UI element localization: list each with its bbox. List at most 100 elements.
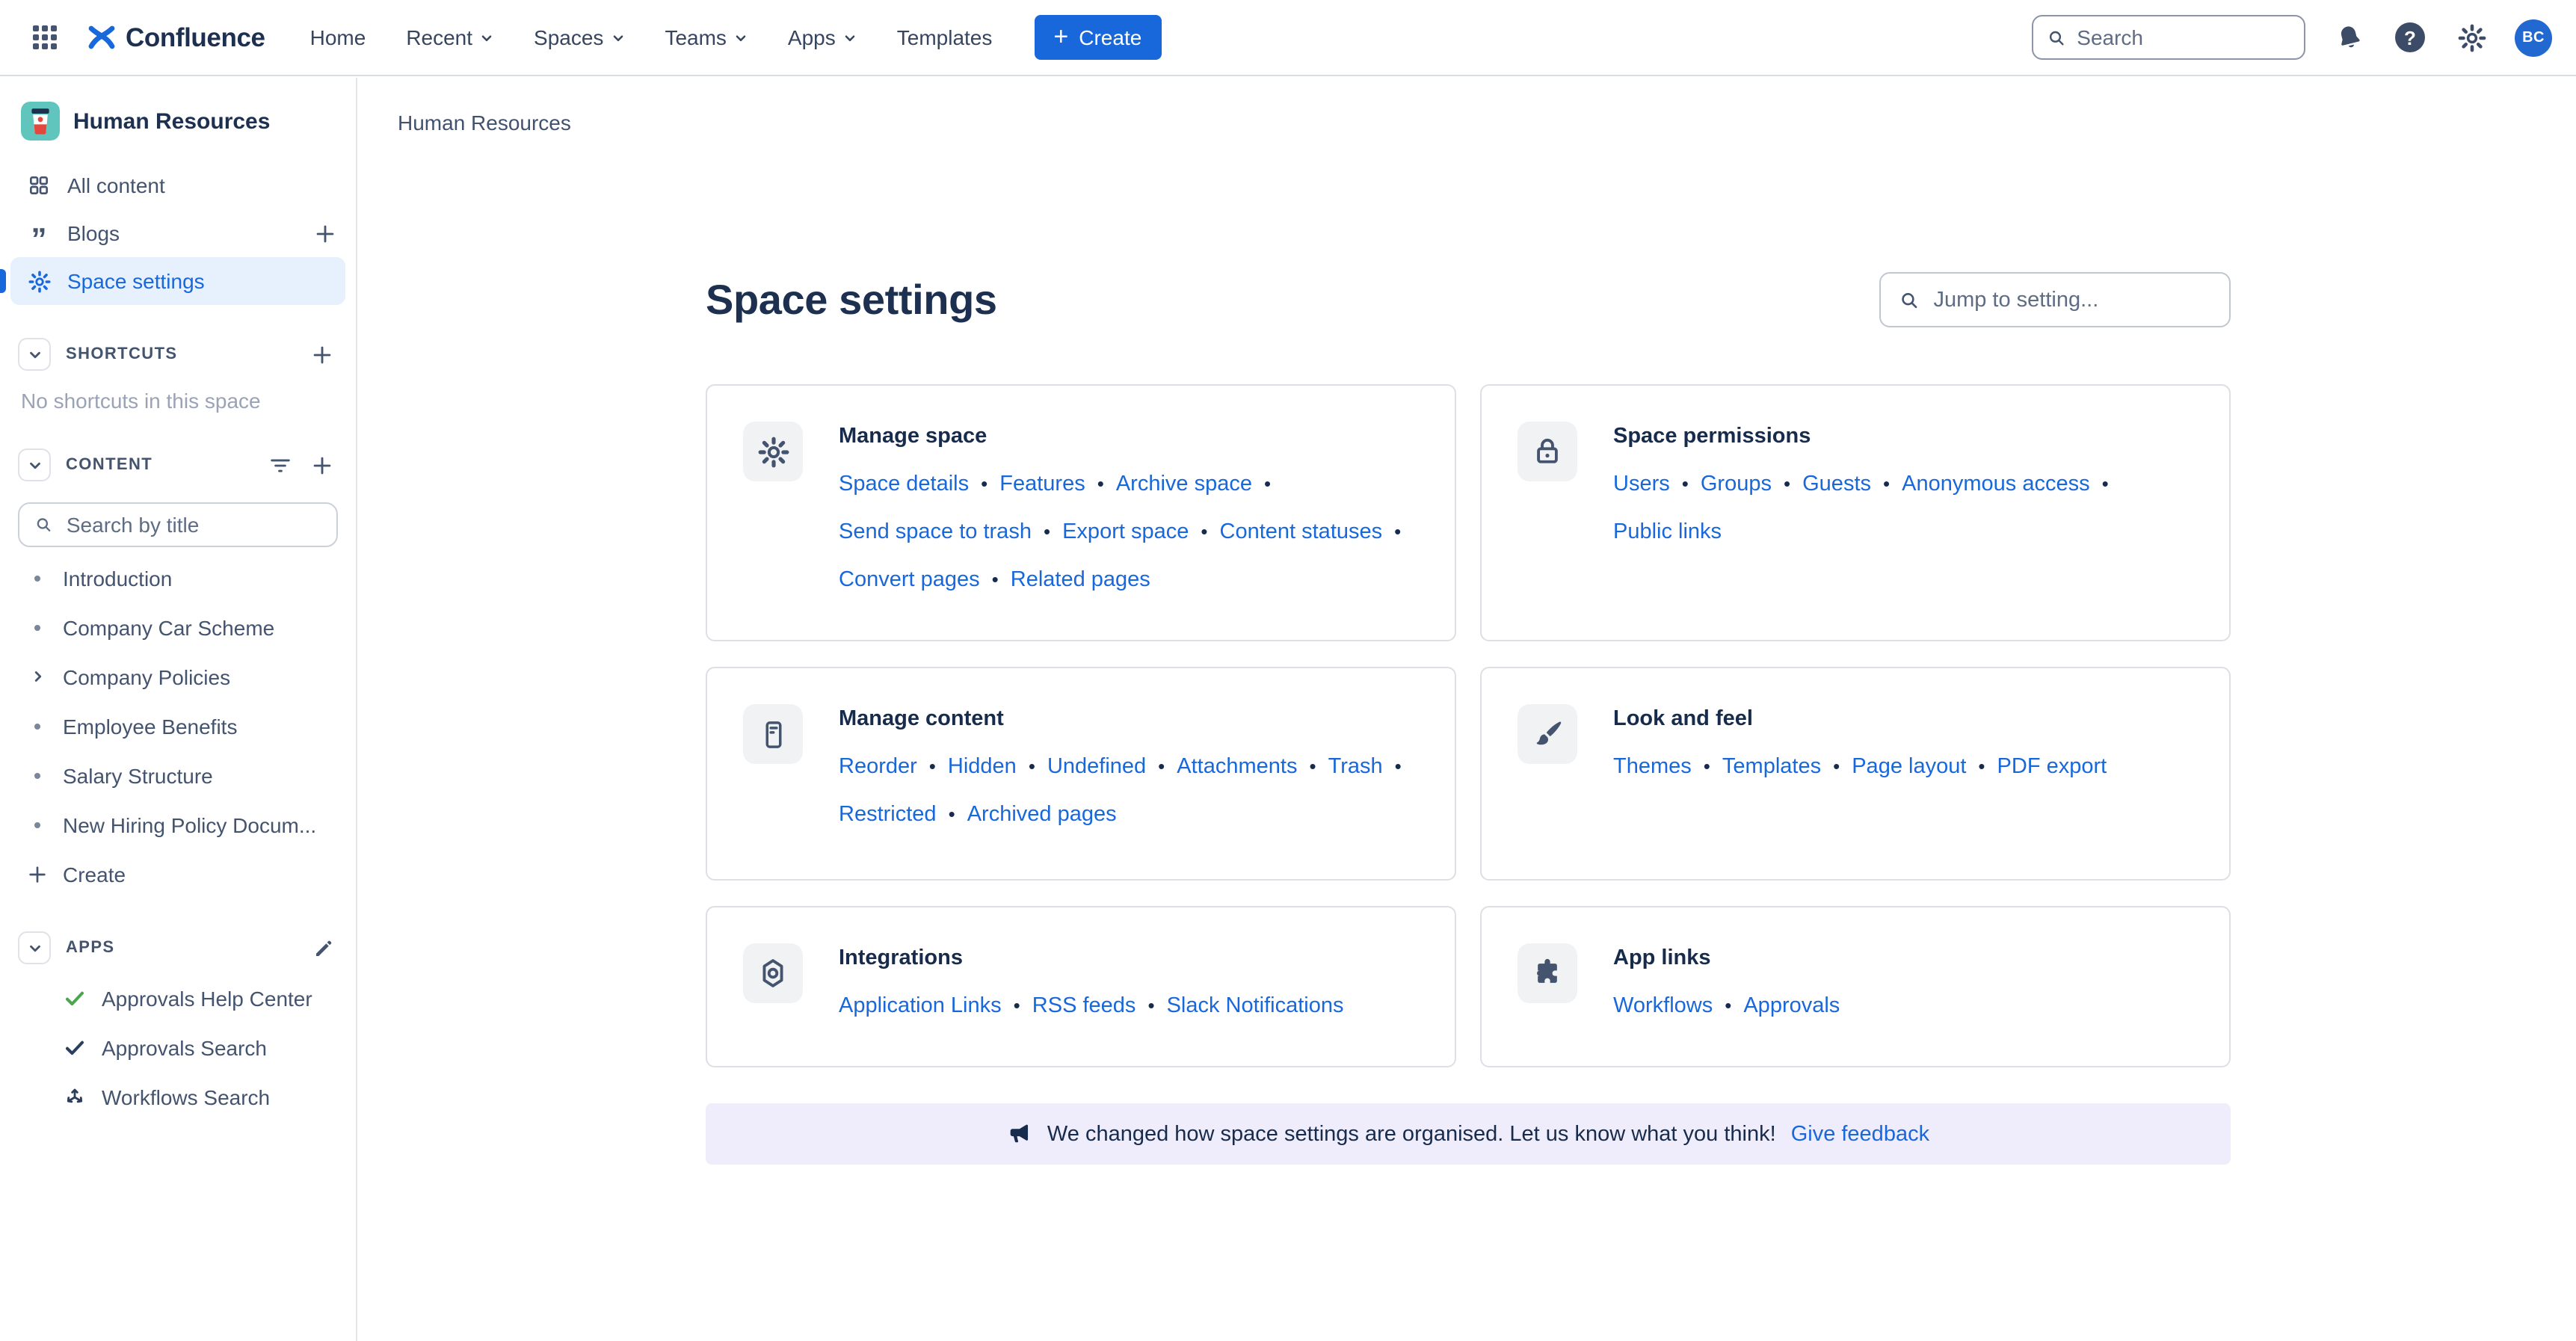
product-name: Confluence (126, 22, 265, 53)
settings-card: Manage contentReorder•Hidden•Undefined•A… (706, 667, 1456, 881)
give-feedback-link[interactable]: Give feedback (1791, 1122, 1929, 1146)
main-menu: Home Recent Spaces Teams Apps Templates (310, 25, 993, 49)
no-shortcuts-text: No shortcuts in this space (0, 380, 356, 416)
space-header[interactable]: Human Resources (0, 93, 356, 161)
settings-link[interactable]: Restricted (839, 803, 937, 827)
create-button[interactable]: + Create (1034, 15, 1161, 60)
app-switcher-icon[interactable] (24, 16, 66, 58)
settings-link[interactable]: Send space to trash (839, 520, 1032, 544)
shortcuts-section-header: SHORTCUTS (0, 329, 356, 380)
settings-link[interactable]: PDF export (1997, 755, 2107, 779)
app-item[interactable]: Approvals Help Center (0, 973, 356, 1023)
settings-link[interactable]: Slack Notifications (1167, 994, 1344, 1018)
settings-link[interactable]: Reorder (839, 755, 917, 779)
page-tree-item[interactable]: Introduction (0, 553, 356, 602)
plus-icon (24, 862, 51, 886)
app-item[interactable]: Approvals Search (0, 1023, 356, 1072)
settings-link[interactable]: Templates (1722, 755, 1821, 779)
settings-link[interactable]: Users (1613, 472, 1670, 496)
add-blog-icon[interactable] (312, 221, 338, 246)
nav-item-apps[interactable]: Apps (788, 25, 857, 49)
settings-link[interactable]: Hidden (948, 755, 1017, 779)
settings-link[interactable]: Groups (1701, 472, 1772, 496)
create-page-item[interactable]: Create (0, 849, 356, 898)
collapse-apps-icon[interactable] (18, 931, 51, 964)
chevron-down-icon (734, 31, 748, 44)
card-title: Look and feel (1613, 704, 2107, 734)
edit-apps-pencil-icon[interactable] (312, 937, 335, 959)
settings-link[interactable]: Attachments (1177, 755, 1297, 779)
page-tree-item[interactable]: Company Policies (0, 652, 356, 701)
settings-link[interactable]: Themes (1613, 755, 1692, 779)
settings-card: IntegrationsApplication Links•RSS feeds•… (706, 906, 1456, 1067)
content-title: CONTENT (66, 456, 152, 474)
create-button-label: Create (1079, 25, 1141, 49)
settings-link[interactable]: Page layout (1852, 755, 1966, 779)
add-shortcut-icon[interactable] (309, 342, 335, 367)
dot-separator: • (2102, 472, 2109, 495)
notifications-bell-icon[interactable] (2331, 19, 2367, 55)
search-input[interactable] (2077, 25, 2290, 49)
bullet-icon (24, 723, 51, 729)
settings-link[interactable]: Workflows (1613, 994, 1713, 1018)
settings-link[interactable]: Convert pages (839, 568, 980, 592)
nav-item-teams[interactable]: Teams (665, 25, 747, 49)
page-tree-item[interactable]: Company Car Scheme (0, 602, 356, 652)
confluence-logo[interactable]: Confluence (87, 22, 265, 53)
sidebar-item-space-settings[interactable]: Space settings (10, 257, 345, 305)
sidebar-item-all-content[interactable]: All content (0, 161, 356, 209)
chevron-right-icon[interactable] (24, 668, 51, 685)
dot-separator: • (992, 568, 999, 591)
add-content-icon[interactable] (309, 452, 335, 478)
grid-icon (33, 25, 57, 49)
filter-icon[interactable] (268, 452, 293, 478)
page-tree-search[interactable] (18, 502, 338, 547)
settings-link[interactable]: Related pages (1011, 568, 1150, 592)
page-tree-item[interactable]: Salary Structure (0, 750, 356, 800)
search-by-title-input[interactable] (67, 513, 321, 537)
user-avatar[interactable]: BC (2515, 19, 2552, 56)
plus-icon: + (1053, 24, 1068, 49)
gear-icon (743, 422, 803, 481)
bullet-icon (24, 575, 51, 581)
settings-link[interactable]: Public links (1613, 520, 1722, 544)
megaphone-icon (1007, 1121, 1032, 1147)
apps-title: APPS (66, 939, 115, 957)
breadcrumb[interactable]: Human Resources (398, 111, 571, 135)
collapse-content-icon[interactable] (18, 448, 51, 481)
global-search[interactable] (2032, 15, 2305, 60)
app-item[interactable]: Workflows Search (0, 1072, 356, 1121)
sidebar-item-blogs[interactable]: ” Blogs (0, 209, 356, 257)
settings-link[interactable]: Space details (839, 472, 969, 496)
nav-item-recent[interactable]: Recent (406, 25, 493, 49)
nav-item-spaces[interactable]: Spaces (534, 25, 624, 49)
settings-link[interactable]: Content statuses (1220, 520, 1383, 544)
dot-separator: • (1394, 520, 1401, 543)
settings-gear-icon[interactable] (2453, 19, 2489, 55)
nav-item-templates[interactable]: Templates (897, 25, 993, 49)
page-tree-item[interactable]: Employee Benefits (0, 701, 356, 750)
settings-link[interactable]: Anonymous access (1902, 472, 2089, 496)
settings-link[interactable]: Undefined (1047, 755, 1146, 779)
settings-link[interactable]: Archive space (1116, 472, 1252, 496)
settings-link[interactable]: Export space (1062, 520, 1189, 544)
dot-separator: • (1029, 755, 1035, 777)
help-icon[interactable]: ? (2392, 19, 2428, 55)
jump-to-setting-search[interactable] (1879, 272, 2231, 327)
settings-link[interactable]: Approvals (1743, 994, 1840, 1018)
settings-link[interactable]: Features (999, 472, 1085, 496)
space-avatar (21, 102, 60, 141)
settings-link[interactable]: Trash (1328, 755, 1383, 779)
page-tree-item[interactable]: New Hiring Policy Docum... (0, 800, 356, 849)
settings-link[interactable]: RSS feeds (1032, 994, 1136, 1018)
collapse-shortcuts-icon[interactable] (18, 338, 51, 371)
apps-section-header: APPS (0, 922, 356, 973)
dot-separator: • (1044, 520, 1050, 543)
settings-link[interactable]: Archived pages (967, 803, 1117, 827)
settings-link[interactable]: Guests (1802, 472, 1871, 496)
page-title: Space settings (706, 276, 997, 324)
nav-item-home[interactable]: Home (310, 25, 366, 49)
apps-list: Approvals Help CenterApprovals SearchWor… (0, 973, 356, 1121)
jump-to-setting-input[interactable] (1933, 288, 2211, 312)
settings-link[interactable]: Application Links (839, 994, 1002, 1018)
